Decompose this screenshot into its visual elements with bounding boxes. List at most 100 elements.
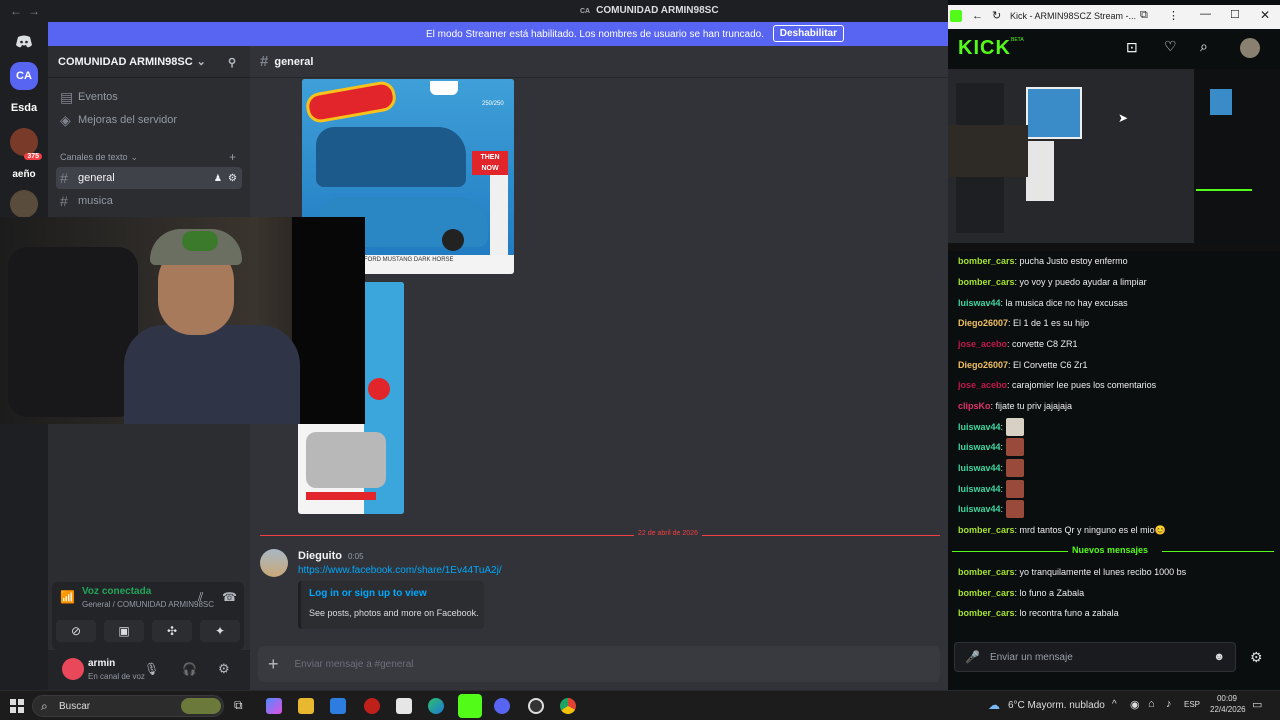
server-aeno[interactable]: aeño: [10, 160, 38, 188]
message-author[interactable]: Dieguito 0:05: [298, 550, 364, 562]
microphone-icon[interactable]: 🎤: [965, 650, 980, 664]
notifications-icon[interactable]: ▭: [1252, 698, 1262, 711]
message-avatar[interactable]: [260, 549, 288, 577]
clock-time: 00:09: [1216, 694, 1238, 703]
gear-icon[interactable]: ⚙: [228, 173, 237, 184]
kick-logo[interactable]: KICK: [958, 37, 1011, 60]
guild-header[interactable]: COMUNIDAD ARMIN98SC ⌄ ⚲: [48, 46, 250, 78]
chat-settings-icon[interactable]: ⚙: [1250, 649, 1263, 666]
tray-app-icon[interactable]: ◉: [1130, 698, 1140, 711]
chevron-down-icon: ⌄: [196, 56, 206, 68]
back-arrow-icon[interactable]: ←: [10, 4, 22, 18]
emoji-icon[interactable]: ☻: [1213, 651, 1225, 663]
search-icon: ⌕: [41, 699, 48, 713]
sidebar-item-events[interactable]: ▤ Eventos: [56, 86, 242, 108]
close-icon[interactable]: ✕: [1260, 8, 1270, 22]
server-esda[interactable]: Esda: [10, 94, 38, 122]
voice-status[interactable]: Voz conectada: [82, 586, 151, 597]
emote-thumbnail[interactable]: [1006, 418, 1025, 436]
username: armin: [88, 658, 116, 669]
add-member-icon[interactable]: ♟: [214, 173, 222, 184]
copilot-icon[interactable]: [266, 698, 282, 714]
server-avatar-1[interactable]: 375: [10, 128, 42, 160]
add-channel-icon[interactable]: +: [229, 150, 236, 164]
avatar[interactable]: [62, 658, 84, 680]
chat-message: clipsKo: fijate tu priv jajajaja: [958, 401, 1073, 411]
kick-chat-input[interactable]: 🎤 Enviar un mensaje ☻: [954, 642, 1236, 672]
mail-icon[interactable]: [396, 698, 412, 714]
kick-app-icon[interactable]: [458, 694, 482, 718]
channel-musica[interactable]: # musica: [56, 190, 242, 212]
emote-thumbnail[interactable]: [1006, 438, 1025, 456]
reload-icon[interactable]: ↻: [992, 9, 1001, 22]
obs-icon[interactable]: [528, 698, 544, 714]
channel-title: general: [274, 55, 314, 68]
card-model-name: FORD MUSTANG DARK HORSE: [364, 257, 454, 263]
invite-icon[interactable]: ⚲: [228, 56, 236, 69]
headphones-icon[interactable]: 🎧: [182, 662, 197, 676]
search-icon[interactable]: ⌕: [1200, 38, 1208, 55]
message-composer[interactable]: + Enviar mensaje a #general: [258, 646, 940, 682]
stream-preview[interactable]: ➤: [948, 69, 1280, 251]
menu-dots-icon[interactable]: ⋮: [1168, 9, 1179, 22]
maximize-icon[interactable]: ☐: [1230, 8, 1240, 21]
windows-start-icon[interactable]: [10, 699, 24, 713]
chrome-icon[interactable]: [560, 698, 576, 714]
add-attachment-icon[interactable]: +: [268, 654, 279, 675]
chat-message: jose_acebo: corvette C8 ZR1: [958, 339, 1078, 349]
taskbar-search[interactable]: ⌕ Buscar: [32, 695, 224, 717]
channel-general[interactable]: # general ♟ ⚙: [56, 167, 242, 189]
back-arrow-icon[interactable]: ←: [972, 10, 983, 22]
network-icon[interactable]: ⌂: [1148, 698, 1155, 710]
edge-icon[interactable]: [428, 698, 444, 714]
message-link[interactable]: https://www.facebook.com/share/1Ev44TuA2…: [298, 565, 502, 576]
person-body: [124, 325, 300, 424]
camera-off-button[interactable]: ⊘: [56, 620, 96, 642]
forward-arrow-icon[interactable]: →: [28, 4, 40, 18]
disconnect-icon[interactable]: ☎: [222, 590, 237, 604]
emote-thumbnail[interactable]: [1006, 459, 1025, 477]
kick-avatar[interactable]: [1240, 38, 1260, 58]
task-view-icon[interactable]: ⧉: [234, 698, 250, 714]
discord-home-icon[interactable]: [10, 28, 38, 56]
boost-icon: ◈: [60, 111, 71, 128]
message-time: 0:05: [348, 552, 364, 561]
microphone-icon[interactable]: 🎙: [144, 662, 159, 676]
chat-message: bomber_cars: mrd tantos Qr y ninguno es …: [958, 524, 1166, 536]
clock-date: 22/4/2026: [1210, 705, 1246, 714]
activities-button[interactable]: ✣: [152, 620, 192, 642]
volume-icon[interactable]: ♪: [1166, 698, 1172, 710]
emote-thumbnail[interactable]: [1006, 500, 1025, 518]
app-icon-1[interactable]: [364, 698, 380, 714]
store-icon[interactable]: [330, 698, 346, 714]
link-embed: Log in or sign up to view See posts, pho…: [298, 581, 484, 629]
soundboard-button[interactable]: ✦: [200, 620, 240, 642]
chat-message: luiswav44: la musica dice no hay excusas: [958, 298, 1128, 308]
disable-streamer-button[interactable]: Deshabilitar: [772, 25, 844, 42]
following-icon[interactable]: ⊡: [1126, 39, 1138, 56]
embed-description: See posts, photos and more on Facebook.: [309, 608, 479, 618]
settings-gear-icon[interactable]: ⚙: [218, 661, 230, 677]
file-explorer-icon[interactable]: [298, 698, 314, 714]
noise-suppression-icon[interactable]: ⫽: [198, 590, 203, 605]
embed-title[interactable]: Log in or sign up to view: [309, 588, 427, 599]
tray-chevron-icon[interactable]: ^: [1112, 699, 1117, 710]
car-top: [316, 127, 466, 187]
discord-app-icon[interactable]: [494, 698, 510, 714]
clock[interactable]: 00:09 22/4/2026: [1210, 694, 1246, 714]
language-indicator[interactable]: ESP: [1184, 700, 1200, 709]
minimize-icon[interactable]: —: [1200, 8, 1211, 20]
sidebar-item-boosts[interactable]: ◈ Mejoras del servidor: [56, 109, 242, 131]
emote-thumbnail[interactable]: [1006, 480, 1025, 498]
voice-panel: 📶 Voz conectada General / COMUNIDAD ARMI…: [52, 582, 244, 650]
server-ca[interactable]: CA: [10, 62, 38, 90]
category-text-channels[interactable]: Canales de texto ⌄ +: [56, 149, 242, 165]
chat-message: bomber_cars: pucha Justo estoy enfermo: [958, 256, 1128, 266]
screen-share-button[interactable]: ▣: [104, 620, 144, 642]
windows-taskbar: ⌕ Buscar ⧉ ☁ 6°C Mayorm. nublado ^ ◉ ⌂ ♪…: [0, 690, 1280, 720]
server-avatar-2[interactable]: [10, 190, 38, 218]
weather-text[interactable]: 6°C Mayorm. nublado: [1008, 700, 1105, 711]
kick-beta-badge: BETA: [1011, 37, 1024, 43]
heart-icon[interactable]: ♡: [1164, 38, 1177, 55]
extension-icon[interactable]: ⧉: [1140, 9, 1148, 22]
